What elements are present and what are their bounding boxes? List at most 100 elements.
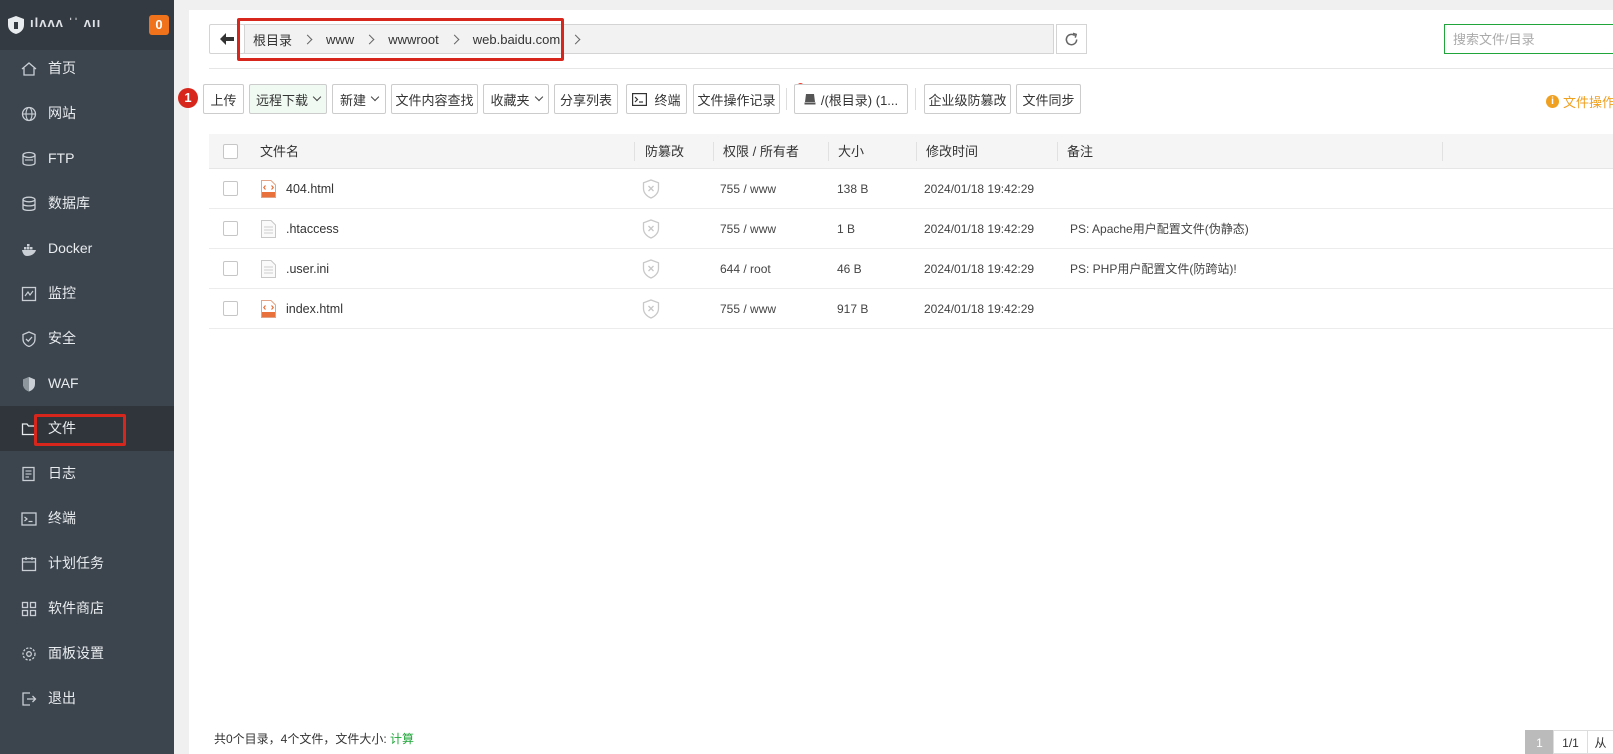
- file-perm[interactable]: 755 / www: [720, 169, 776, 209]
- tamper-shield-icon[interactable]: [642, 299, 660, 319]
- divider: [209, 68, 1613, 69]
- table-row[interactable]: index.html 755 / www 917 B 2024/01/18 19:42…: [209, 289, 1613, 329]
- row-checkbox[interactable]: [223, 261, 238, 276]
- search-input[interactable]: [1444, 24, 1613, 54]
- calendar-icon: [21, 557, 37, 572]
- refresh-button[interactable]: [1056, 24, 1087, 54]
- globe-icon: [21, 106, 37, 122]
- file-size: 46 B: [837, 262, 862, 276]
- sidebar-item-terminal[interactable]: 终端: [0, 496, 174, 541]
- sidebar-item-globe[interactable]: 网站: [0, 91, 174, 136]
- sidebar-item-label: 数据库: [48, 195, 90, 211]
- file-name[interactable]: index.html: [286, 289, 343, 329]
- remote-download-label: 远程下载: [255, 92, 308, 108]
- sidebar-item-shield-check[interactable]: 安全: [0, 316, 174, 361]
- sidebar-item-settings-gear[interactable]: 面板设置: [0, 631, 174, 676]
- sidebar-item-logout[interactable]: 退出: [0, 676, 174, 721]
- table-row[interactable]: .user.ini 644 / root 46 B 2024/01/18 19:42:…: [209, 249, 1613, 289]
- sidebar-item-log[interactable]: 日志: [0, 451, 174, 496]
- file-remark[interactable]: PS: Apache用户配置文件(伪静态): [1070, 209, 1249, 249]
- sidebar-item-apps-grid[interactable]: 软件商店: [0, 586, 174, 631]
- row-checkbox[interactable]: [223, 181, 238, 196]
- breadcrumb-item[interactable]: 根目录: [253, 30, 292, 49]
- tamper-shield-icon[interactable]: [642, 259, 660, 279]
- favorites-label: 收藏夹: [490, 92, 530, 108]
- html-file-icon: [261, 300, 276, 318]
- column-divider: [713, 142, 714, 161]
- file-size: 138 B: [837, 182, 869, 196]
- file-ops-hint[interactable]: i 文件操作: [1546, 92, 1613, 111]
- content-search-button[interactable]: 文件内容查找: [391, 84, 478, 114]
- page-current[interactable]: 1: [1525, 730, 1554, 754]
- header-size[interactable]: 大小: [838, 134, 864, 169]
- new-button[interactable]: 新建: [332, 84, 386, 114]
- file-sync-button[interactable]: 文件同步: [1016, 84, 1081, 114]
- html-file-icon: [261, 180, 276, 198]
- sidebar-item-ftp[interactable]: FTP: [0, 136, 174, 181]
- sidebar-item-folder[interactable]: 文件: [0, 406, 174, 451]
- breadcrumb-item[interactable]: wwwroot: [388, 32, 439, 47]
- breadcrumb-item[interactable]: www: [326, 32, 354, 47]
- tamper-shield-icon[interactable]: [642, 219, 660, 239]
- folder-icon: [21, 423, 37, 436]
- sidebar-item-database[interactable]: 数据库: [0, 181, 174, 226]
- file-perm[interactable]: 755 / www: [720, 209, 776, 249]
- tamper-proof-button[interactable]: 企业级防篡改: [924, 84, 1011, 114]
- file-name[interactable]: 404.html: [286, 169, 334, 209]
- select-all-checkbox[interactable]: [223, 144, 238, 159]
- file-ops-hint-label: 文件操作: [1563, 95, 1613, 110]
- table-row[interactable]: 404.html 755 / www 138 B 2024/01/18 19:42:2…: [209, 169, 1613, 209]
- file-table: 文件名 防篡改 权限 / 所有者 大小 修改时间 备注 404.html 755 …: [209, 134, 1613, 329]
- home-icon: [21, 62, 37, 76]
- row-checkbox[interactable]: [223, 221, 238, 236]
- text-file-icon: [261, 260, 276, 278]
- header-perm: 权限 / 所有者: [723, 144, 799, 159]
- favorites-button[interactable]: 收藏夹: [483, 84, 549, 114]
- brand-name: ılʌʌʌ ˈˈ ʌıı: [30, 15, 102, 30]
- disk-label: /(根目录) (1...: [820, 92, 899, 108]
- terminal-label: 终端: [654, 92, 681, 108]
- header-mtime[interactable]: 修改时间: [926, 134, 978, 169]
- table-body: 404.html 755 / www 138 B 2024/01/18 19:42:2…: [209, 169, 1613, 329]
- row-checkbox[interactable]: [223, 301, 238, 316]
- sidebar-item-label: 首页: [48, 60, 76, 76]
- tamper-shield-icon[interactable]: [642, 179, 660, 199]
- column-divider: [1057, 142, 1058, 161]
- terminal-button[interactable]: 终端: [626, 84, 687, 114]
- file-perm[interactable]: 644 / root: [720, 249, 771, 289]
- sidebar-item-waf-shield[interactable]: WAF: [0, 361, 174, 406]
- file-name[interactable]: .htaccess: [286, 209, 339, 249]
- sidebar-item-monitor[interactable]: 监控: [0, 271, 174, 316]
- sidebar-item-docker[interactable]: Docker: [0, 226, 174, 271]
- path-bar[interactable]: 根目录 www wwwroot web.baidu.com: [244, 24, 1054, 54]
- table-header: 文件名 防篡改 权限 / 所有者 大小 修改时间 备注: [209, 134, 1613, 169]
- sidebar-item-label: 日志: [48, 465, 76, 481]
- notice-count-badge[interactable]: 0: [149, 15, 169, 35]
- share-list-button[interactable]: 分享列表: [554, 84, 618, 114]
- sidebar-item-label: 监控: [48, 285, 76, 301]
- waf-shield-icon: [23, 377, 35, 392]
- table-row[interactable]: .htaccess 755 / www 1 B 2024/01/18 19:42:29…: [209, 209, 1613, 249]
- calculate-size-link[interactable]: 计算: [390, 732, 414, 746]
- sidebar-item-home[interactable]: 首页: [0, 46, 174, 91]
- op-log-label: 文件操作记录: [697, 92, 776, 108]
- disk-button[interactable]: /(根目录) (1...: [794, 84, 908, 114]
- file-name[interactable]: .user.ini: [286, 249, 329, 289]
- remote-download-button[interactable]: 远程下载: [249, 84, 327, 114]
- op-log-button[interactable]: 文件操作记录: [693, 84, 780, 114]
- sidebar-item-calendar[interactable]: 计划任务: [0, 541, 174, 586]
- file-remark[interactable]: PS: PHP用户配置文件(防跨站)!: [1070, 249, 1237, 289]
- file-perm[interactable]: 755 / www: [720, 289, 776, 329]
- footer-summary: 共0个目录，4个文件，文件大小: 计算: [214, 730, 414, 747]
- upload-button[interactable]: 上传: [203, 84, 244, 114]
- log-icon: [22, 466, 35, 482]
- back-button[interactable]: [209, 24, 245, 54]
- sidebar-item-label: 安全: [48, 330, 76, 346]
- breadcrumb-item[interactable]: web.baidu.com: [473, 32, 560, 47]
- text-file-icon: [261, 220, 276, 238]
- page-jump-from[interactable]: 从: [1587, 730, 1613, 754]
- header-name[interactable]: 文件名: [260, 134, 299, 169]
- info-icon: i: [1546, 95, 1559, 108]
- sidebar-item-label: 软件商店: [48, 600, 104, 616]
- chevron-right-icon: [302, 34, 313, 44]
